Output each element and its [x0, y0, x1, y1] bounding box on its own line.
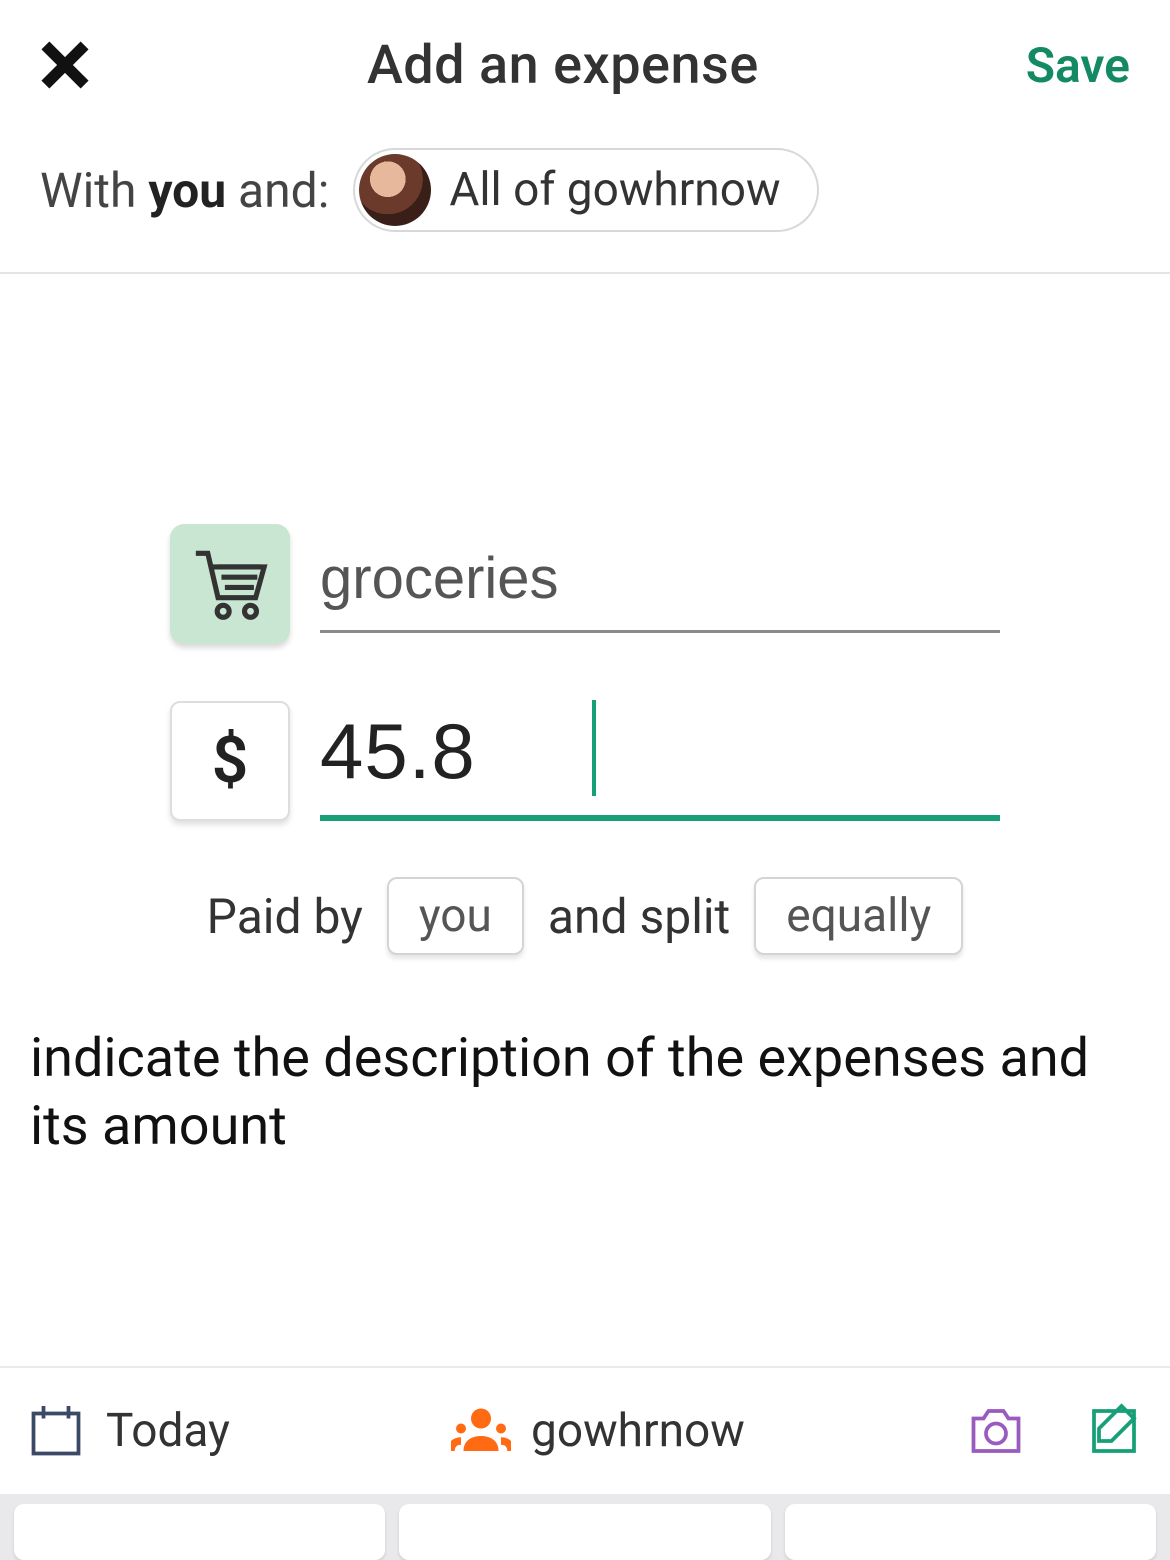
shopping-cart-icon: [189, 543, 271, 625]
camera-button[interactable]: [964, 1399, 1028, 1463]
notes-button[interactable]: [1082, 1399, 1146, 1463]
close-icon: [37, 37, 93, 93]
payer-button[interactable]: you: [387, 877, 524, 955]
with-label: With you and:: [40, 162, 329, 219]
participant-chip[interactable]: All of gowhrnow: [353, 148, 818, 232]
and-split-label: and split: [548, 888, 730, 945]
calendar-icon: [24, 1399, 88, 1463]
close-button[interactable]: [30, 30, 100, 100]
category-button[interactable]: [170, 524, 290, 644]
paid-by-label: Paid by: [207, 888, 363, 945]
split-method-button[interactable]: equally: [754, 877, 963, 955]
avatar: [359, 154, 431, 226]
date-label: Today: [106, 1404, 230, 1458]
text-caret: [592, 700, 596, 796]
split-sentence: Paid by you and split equally: [170, 877, 1000, 955]
camera-icon: [966, 1401, 1026, 1461]
group-button[interactable]: gowhrnow: [254, 1399, 940, 1463]
participant-chip-label: All of gowhrnow: [449, 163, 780, 217]
page-title: Add an expense: [367, 34, 759, 97]
date-button[interactable]: Today: [24, 1399, 230, 1463]
description-input[interactable]: [320, 535, 1000, 633]
currency-button[interactable]: $: [170, 701, 290, 821]
group-label: gowhrnow: [531, 1404, 745, 1458]
edit-note-icon: [1084, 1401, 1144, 1461]
people-icon: [449, 1399, 513, 1463]
participants-row: With you and: All of gowhrnow: [0, 100, 1170, 274]
save-button[interactable]: Save: [1026, 37, 1130, 94]
amount-input[interactable]: [320, 700, 1000, 821]
instruction-text: indicate the description of the expenses…: [0, 955, 1170, 1160]
bottom-bar: Today gowhrnow: [0, 1366, 1170, 1494]
keyboard-strip: [0, 1494, 1170, 1560]
